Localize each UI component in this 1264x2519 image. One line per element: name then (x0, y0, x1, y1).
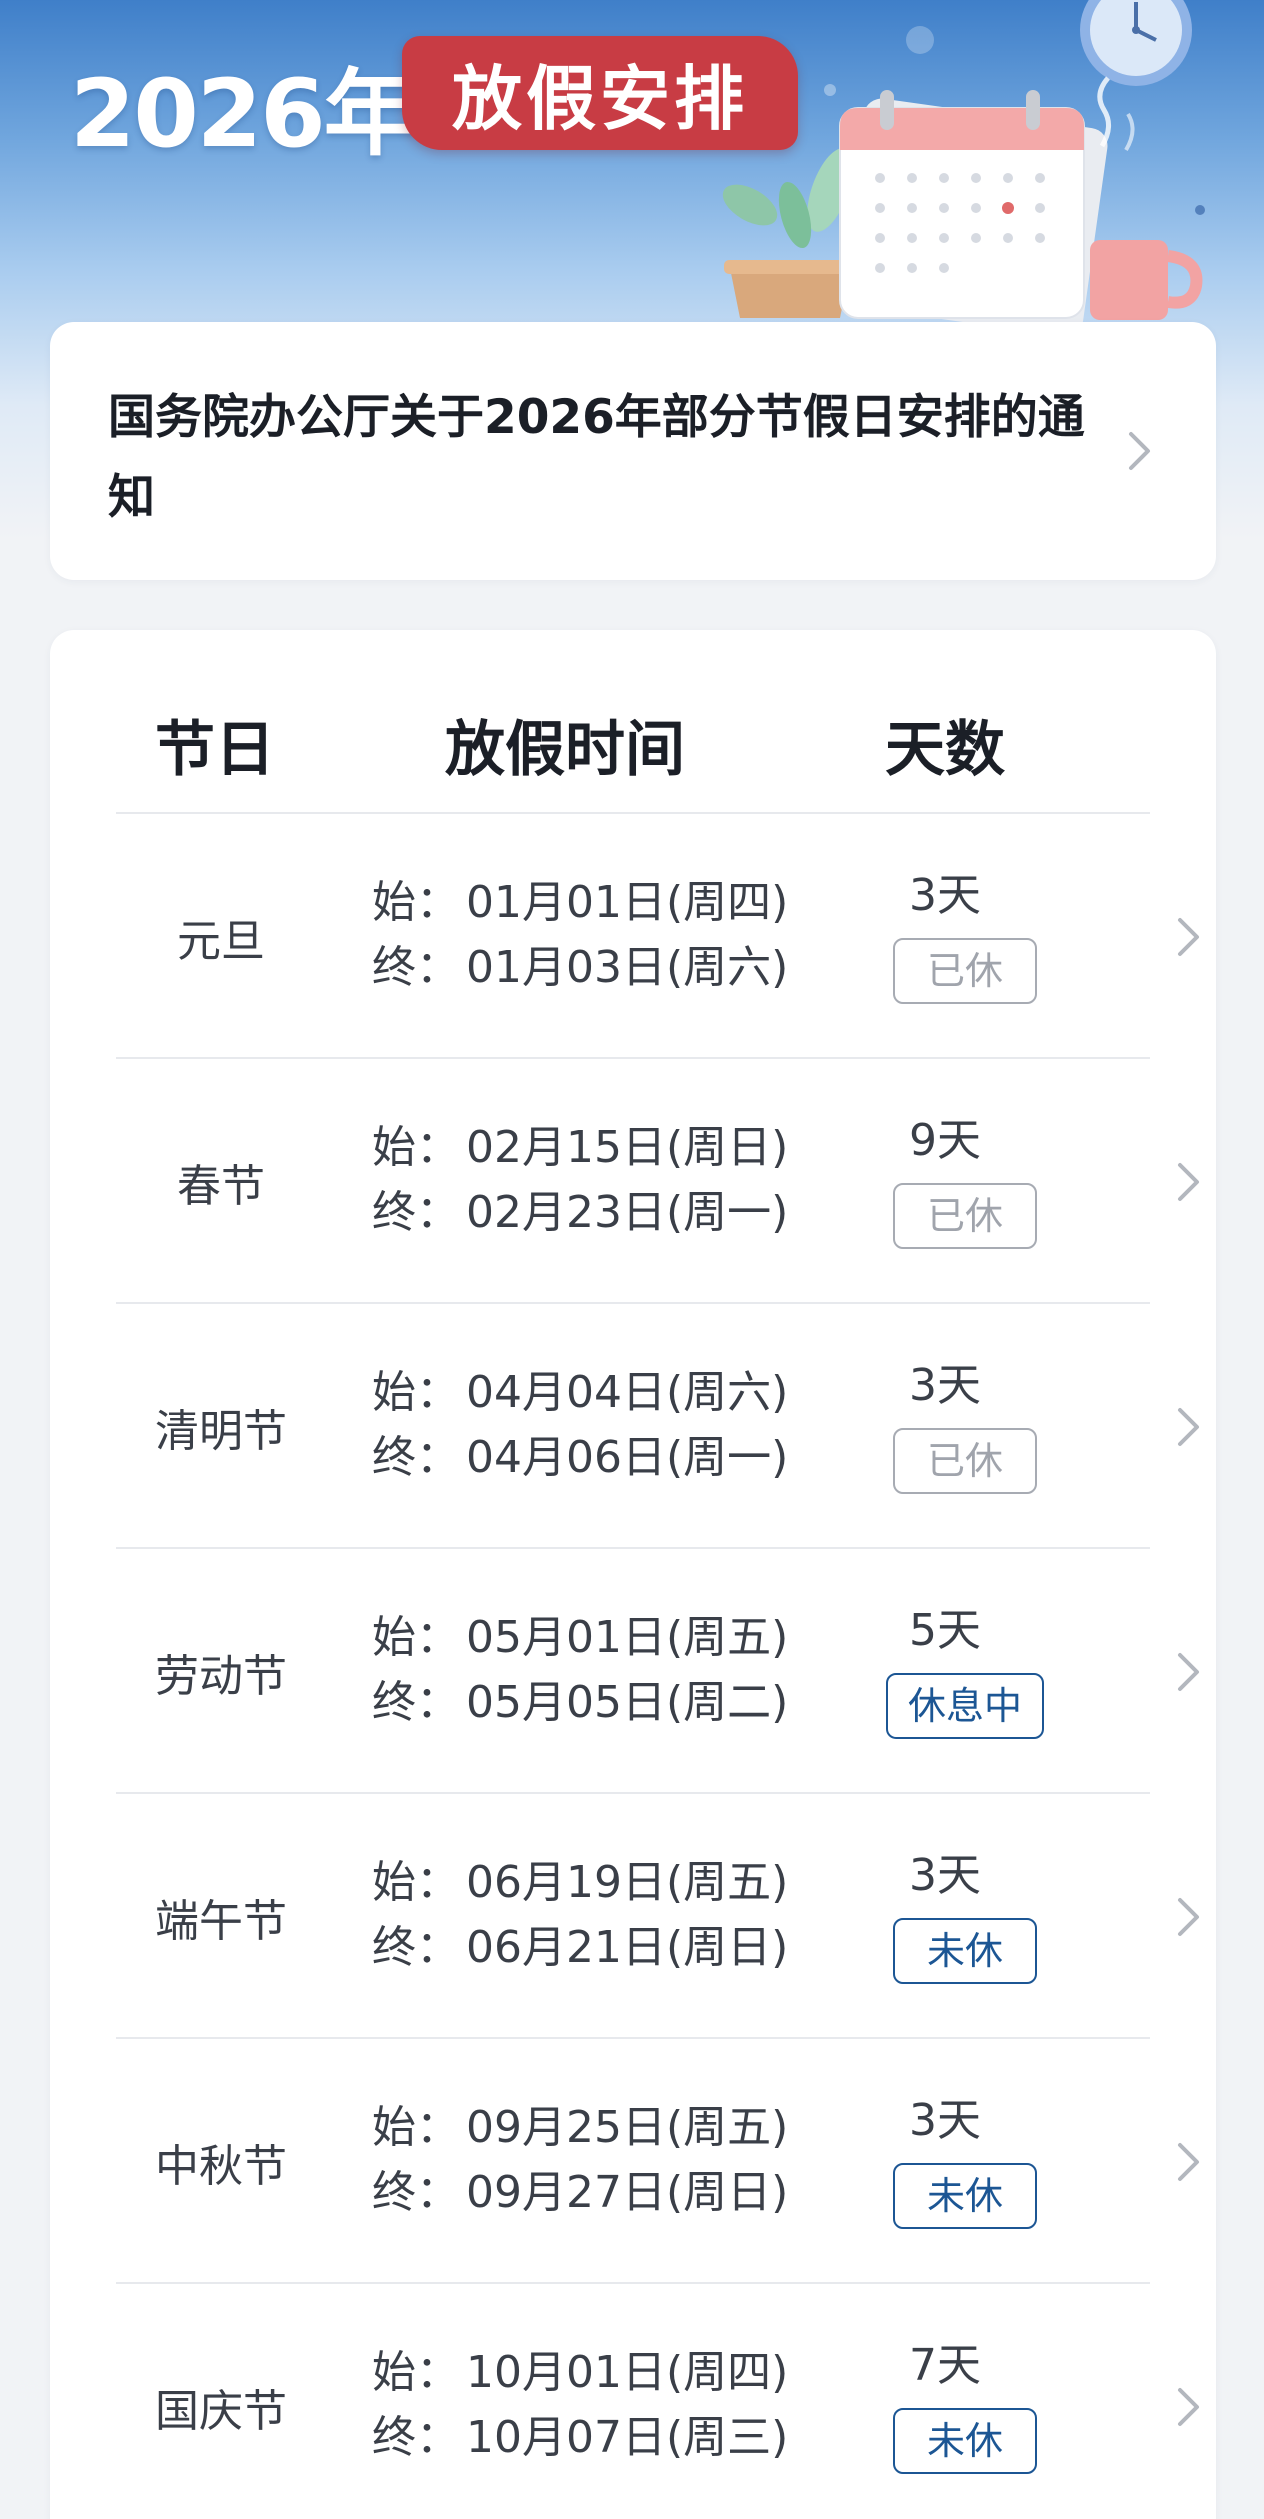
table-row[interactable]: 端午节 始： 06月19日(周五) 终： 06月21日(周日) 3天 未休 (116, 1794, 1199, 2039)
festival-name: 国庆节 (155, 2385, 287, 2437)
end-label: 终： (372, 2412, 460, 2463)
start-date: 02月15日(周日) (466, 1122, 789, 1173)
chevron-right-icon (1178, 1408, 1199, 1446)
date-range: 始： 10月01日(周四) 终： 10月07日(周三) (372, 2340, 788, 2470)
day-count: 3天 (909, 2095, 981, 2146)
end-date: 04月06日(周一) (466, 1432, 789, 1483)
mug-icon (1090, 76, 1203, 320)
start-label: 始： (372, 1857, 460, 1908)
festival-name: 清明节 (155, 1405, 287, 1457)
date-range: 始： 02月15日(周日) 终： 02月23日(周一) (372, 1115, 788, 1245)
start-label: 始： (372, 1612, 460, 1663)
calendar-icon (839, 90, 1108, 330)
clock-icon (1080, 0, 1192, 86)
holiday-table: 节日 放假时间 天数 元旦 始： 01月01日(周四) 终： 01月03日(周六) … (50, 630, 1216, 2519)
chevron-right-icon (1129, 432, 1150, 470)
notice-card[interactable]: 国务院办公厅关于2026年部分节假日安排的通知 (50, 322, 1216, 580)
table-row[interactable]: 元旦 始： 01月01日(周四) 终： 01月03日(周六) 3天 已休 (116, 814, 1199, 1059)
table-row[interactable]: 劳动节 始： 05月01日(周五) 终： 05月05日(周二) 5天 休息中 (116, 1549, 1199, 1794)
table-row[interactable]: 国庆节 始： 10月01日(周四) 终： 10月07日(周三) 7天 未休 (116, 2284, 1199, 2519)
start-label: 始： (372, 877, 460, 928)
day-count: 3天 (909, 1360, 981, 1411)
day-count: 7天 (909, 2340, 981, 2391)
festival-name: 中秋节 (155, 2140, 287, 2192)
festival-name: 劳动节 (155, 1650, 287, 1702)
end-label: 终： (372, 1187, 460, 1238)
chevron-right-icon (1178, 2388, 1199, 2426)
end-label: 终： (372, 1922, 460, 1973)
end-date: 10月07日(周三) (466, 2412, 789, 2463)
end-date: 09月27日(周日) (466, 2167, 789, 2218)
header-festival: 节日 (155, 715, 275, 785)
start-date: 09月25日(周五) (466, 2102, 789, 2153)
festival-name: 春节 (177, 1160, 265, 1212)
end-label: 终： (372, 1677, 460, 1728)
day-count: 3天 (909, 1850, 981, 1901)
day-count: 9天 (909, 1115, 981, 1166)
table-row[interactable]: 清明节 始： 04月04日(周六) 终： 04月06日(周一) 3天 已休 (116, 1304, 1199, 1549)
chevron-right-icon (1178, 2143, 1199, 2181)
date-range: 始： 05月01日(周五) 终： 05月05日(周二) (372, 1605, 788, 1735)
status-badge: 已休 (893, 1183, 1037, 1249)
start-label: 始： (372, 1367, 460, 1418)
table-row[interactable]: 中秋节 始： 09月25日(周五) 终： 09月27日(周日) 3天 未休 (116, 2039, 1199, 2284)
chevron-right-icon (1178, 1898, 1199, 1936)
festival-name: 元旦 (177, 915, 265, 967)
date-range: 始： 09月25日(周五) 终： 09月27日(周日) (372, 2095, 788, 2225)
end-label: 终： (372, 2167, 460, 2218)
end-date: 06月21日(周日) (466, 1922, 789, 1973)
start-date: 10月01日(周四) (466, 2347, 789, 2398)
festival-name: 端午节 (155, 1895, 287, 1947)
start-date: 05月01日(周五) (466, 1612, 789, 1663)
hero-illustration (722, 0, 1205, 330)
start-date: 06月19日(周五) (466, 1857, 789, 1908)
end-label: 终： (372, 942, 460, 993)
start-label: 始： (372, 2347, 460, 2398)
start-label: 始： (372, 1122, 460, 1173)
status-badge: 未休 (893, 1918, 1037, 1984)
status-badge: 已休 (893, 938, 1037, 1004)
start-label: 始： (372, 2102, 460, 2153)
chevron-right-icon (1178, 1163, 1199, 1201)
chevron-right-icon (1178, 1653, 1199, 1691)
chevron-right-icon (1178, 918, 1199, 956)
table-row[interactable]: 春节 始： 02月15日(周日) 终： 02月23日(周一) 9天 已休 (116, 1059, 1199, 1304)
status-badge: 未休 (893, 2408, 1037, 2474)
date-range: 始： 04月04日(周六) 终： 04月06日(周一) (372, 1360, 788, 1490)
day-count: 3天 (909, 870, 981, 921)
hero-year: 2026年 (70, 60, 418, 169)
date-range: 始： 01月01日(周四) 终： 01月03日(周六) (372, 870, 788, 1000)
status-badge: 未休 (893, 2163, 1037, 2229)
end-date: 01月03日(周六) (466, 942, 789, 993)
status-badge: 休息中 (886, 1673, 1044, 1739)
notice-title: 国务院办公厅关于2026年部分节假日安排的通知 (108, 390, 1085, 525)
end-date: 05月05日(周二) (466, 1677, 789, 1728)
start-date: 01月01日(周四) (466, 877, 789, 928)
status-badge: 已休 (893, 1428, 1037, 1494)
header-days: 天数 (885, 715, 1005, 785)
header-time: 放假时间 (445, 715, 685, 785)
date-range: 始： 06月19日(周五) 终： 06月21日(周日) (372, 1850, 788, 1980)
day-count: 5天 (909, 1605, 981, 1656)
end-label: 终： (372, 1432, 460, 1483)
end-date: 02月23日(周一) (466, 1187, 789, 1238)
start-date: 04月04日(周六) (466, 1367, 789, 1418)
